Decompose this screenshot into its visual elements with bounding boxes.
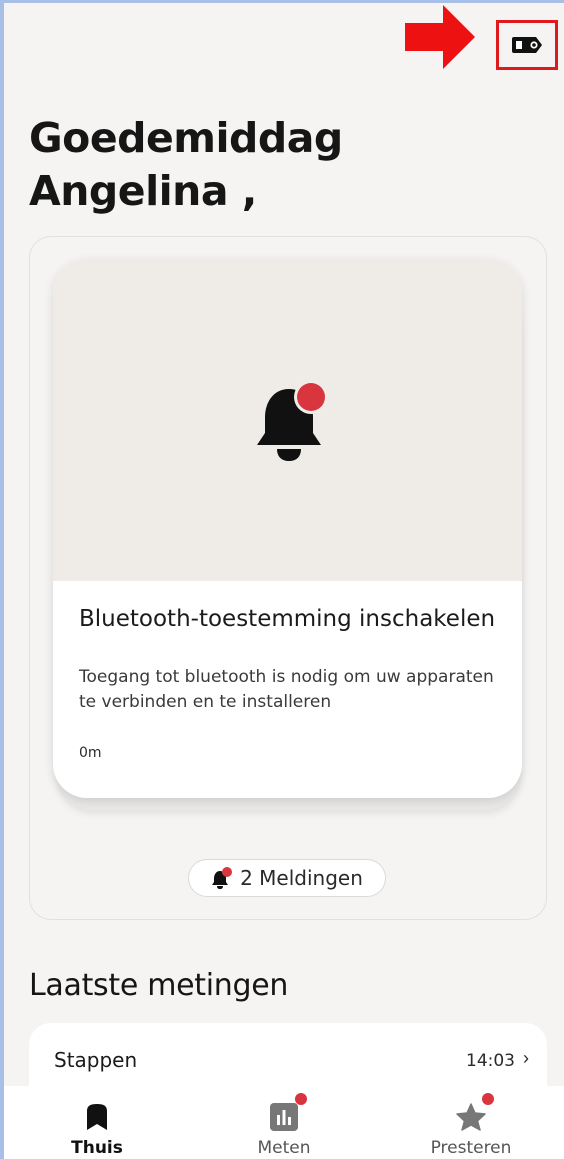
nav-label-thuis: Thuis: [71, 1138, 123, 1158]
bottom-navigation: Thuis Meten Presteren: [4, 1086, 564, 1159]
notifications-count-label: 2 Meldingen: [240, 866, 363, 890]
greeting-line-2: Angelina ,: [29, 167, 257, 215]
nav-label-presteren: Presteren: [430, 1138, 512, 1158]
screen-frame-top: [0, 0, 564, 3]
device-settings-button[interactable]: [496, 20, 558, 70]
steps-label: Stappen: [54, 1048, 138, 1072]
card-title: Bluetooth-toestemming inschakelen: [79, 606, 496, 632]
greeting-line-1: Goedemiddag: [29, 114, 343, 162]
bar-chart-icon: [270, 1103, 298, 1131]
meten-badge: [295, 1093, 307, 1105]
annotation-arrow-icon: [405, 5, 475, 69]
presteren-badge: [482, 1093, 494, 1105]
nav-item-thuis[interactable]: Thuis: [4, 1086, 190, 1159]
latest-measurements-title: Laatste metingen: [29, 968, 289, 1003]
bell-badge-icon: [212, 867, 233, 889]
card-timestamp: 0m: [79, 745, 102, 761]
card-description: Toegang tot bluetooth is nodig om uw app…: [79, 667, 494, 712]
bell-icon: [257, 380, 328, 461]
star-icon: [456, 1103, 486, 1131]
card-illustration: [53, 259, 522, 581]
nav-item-meten[interactable]: Meten: [191, 1086, 377, 1159]
notifications-count-button[interactable]: 2 Meldingen: [188, 859, 386, 897]
greeting-title: Goedemiddag Angelina ,: [29, 112, 343, 218]
notification-card-bluetooth[interactable]: Bluetooth-toestemming inschakelen Toegan…: [53, 259, 522, 798]
nav-label-meten: Meten: [257, 1138, 311, 1158]
home-bookmark-icon: [87, 1104, 107, 1130]
chevron-right-icon: ›: [523, 1048, 529, 1068]
screen-frame-left: [0, 0, 4, 1159]
watch-device-icon: [512, 37, 542, 53]
steps-timestamp: 14:03: [466, 1051, 515, 1071]
nav-item-presteren[interactable]: Presteren: [378, 1086, 564, 1159]
